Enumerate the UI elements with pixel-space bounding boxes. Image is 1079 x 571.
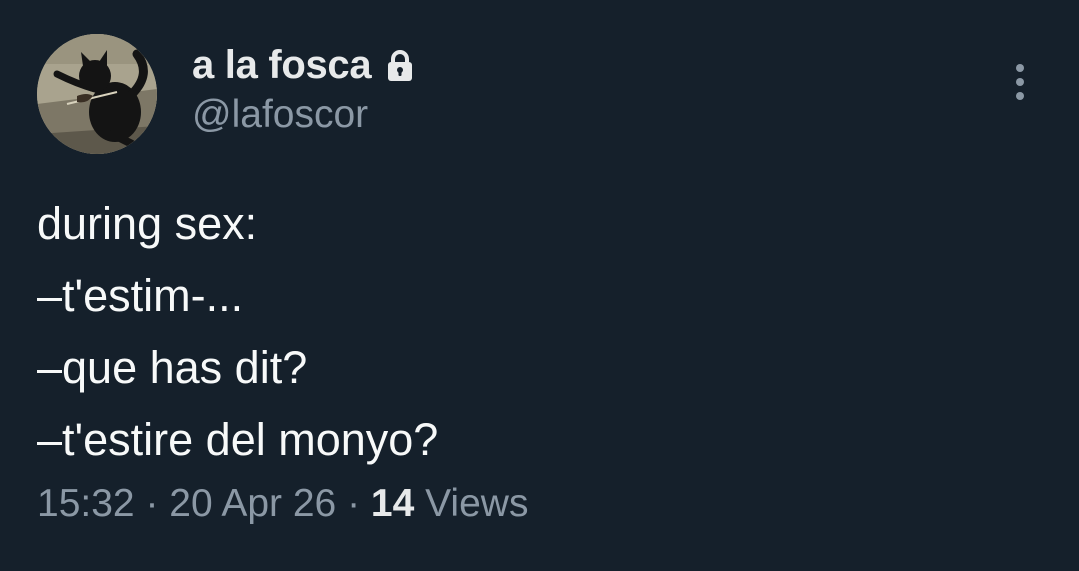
views-label[interactable]: Views [425,482,528,525]
avatar[interactable] [37,34,157,154]
display-name[interactable]: a la fosca [192,43,372,88]
meta-separator: · [145,482,170,525]
handle[interactable]: @lafoscor [192,93,368,137]
views-count[interactable]: 14 [371,482,425,525]
tweet-line: –t'estire del monyo? [37,414,439,465]
tweet-line: –t'estim-... [37,270,244,321]
lock-icon [385,49,415,83]
meta-separator: · [347,482,371,525]
avatar-image [37,34,157,154]
tweet-line: –que has dit? [37,342,308,393]
tweet-line: during sex: [37,198,258,249]
tweet-date[interactable]: 20 Apr 26 [169,482,347,525]
author-name-row: a la fosca [192,40,415,90]
tweet-meta: 15:32 · 20 Apr 26 · 14 Views [37,482,528,526]
more-vertical-icon[interactable] [1006,60,1034,104]
tweet-time[interactable]: 15:32 [37,482,145,525]
tweet-text: during sex: –t'estim-... –que has dit? –… [37,188,438,476]
